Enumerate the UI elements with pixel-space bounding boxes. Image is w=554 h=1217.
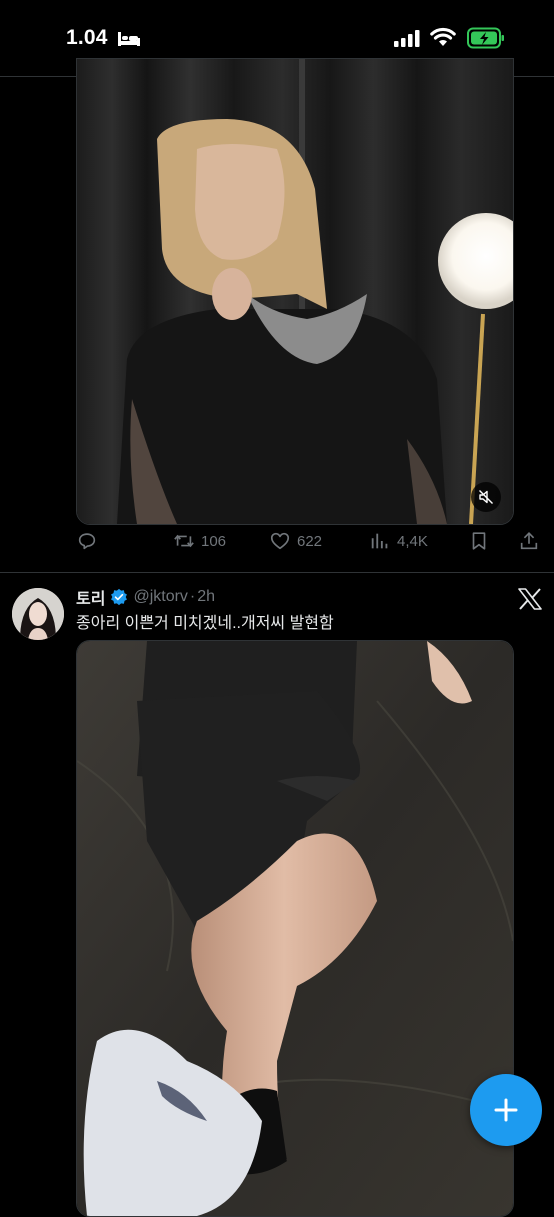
display-name[interactable]: 토리 bbox=[76, 585, 105, 609]
battery-charging-icon bbox=[467, 27, 505, 54]
like-button[interactable]: 622 bbox=[269, 530, 322, 552]
tweet-photo[interactable] bbox=[76, 640, 514, 1217]
like-count: 622 bbox=[297, 532, 323, 550]
video-frame bbox=[77, 59, 513, 524]
avatar-image bbox=[12, 588, 64, 640]
mute-button[interactable] bbox=[471, 482, 501, 512]
compose-button[interactable] bbox=[470, 1074, 542, 1146]
views-chart-icon bbox=[371, 533, 388, 549]
tweet-header: 토리 @jktorv · 2h bbox=[76, 586, 215, 608]
retweet-button[interactable]: 106 bbox=[173, 530, 226, 552]
status-time: 1.04 bbox=[66, 26, 108, 49]
bookmark-icon bbox=[472, 532, 486, 550]
user-handle[interactable]: @jktorv bbox=[133, 588, 187, 606]
verified-badge-icon bbox=[110, 588, 128, 606]
reply-button[interactable] bbox=[76, 530, 98, 552]
avatar[interactable] bbox=[12, 588, 64, 640]
heart-icon bbox=[270, 532, 290, 550]
signal-icon bbox=[394, 30, 420, 52]
tweet-divider bbox=[0, 572, 554, 573]
tweet-video[interactable] bbox=[76, 58, 514, 525]
views-button[interactable]: 4,4K bbox=[369, 530, 428, 552]
share-button[interactable] bbox=[518, 530, 540, 552]
bookmark-button[interactable] bbox=[468, 530, 490, 552]
x-logo-icon[interactable] bbox=[518, 588, 542, 615]
muted-speaker-icon bbox=[479, 490, 493, 504]
tweet-timestamp[interactable]: 2h bbox=[197, 588, 215, 606]
views-count: 4,4K bbox=[397, 532, 428, 550]
reply-icon bbox=[78, 533, 96, 550]
wifi-icon bbox=[430, 27, 456, 52]
plus-icon bbox=[494, 1098, 518, 1122]
retweet-icon bbox=[174, 534, 194, 548]
share-icon bbox=[520, 532, 538, 550]
tweet-text: 종아리 이쁜거 미치겠네..개저씨 발현함 bbox=[76, 615, 334, 632]
retweet-count: 106 bbox=[201, 532, 227, 550]
photo-image bbox=[77, 641, 513, 1216]
tweet-actions: 106 622 4,4K bbox=[76, 530, 546, 560]
dot-separator: · bbox=[189, 588, 196, 605]
sleep-icon bbox=[117, 30, 141, 53]
